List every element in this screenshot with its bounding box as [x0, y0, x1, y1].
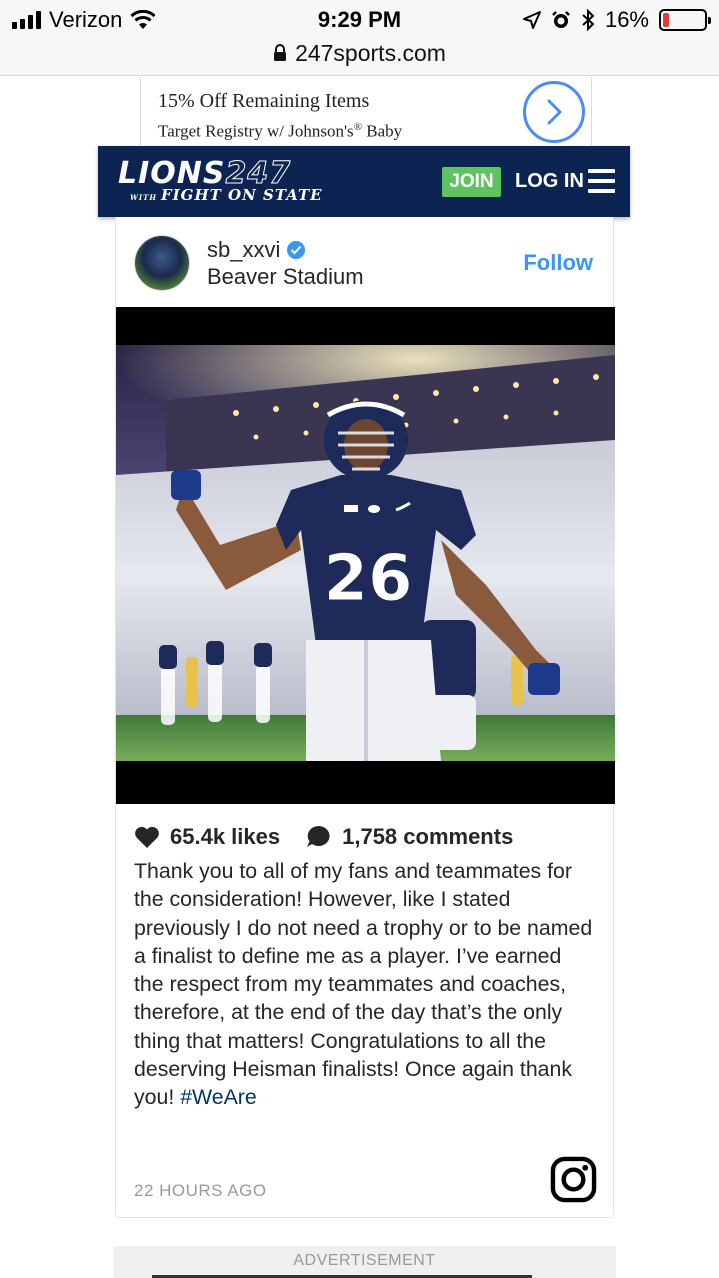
- comments-group[interactable]: 1,758 comments: [306, 824, 513, 850]
- logo-subtitle: WITH FIGHT ON STATE: [130, 186, 323, 204]
- ad-subline-suffix: Baby: [362, 121, 403, 141]
- bluetooth-icon: [582, 9, 595, 31]
- post-username: sb_xxvi: [207, 237, 281, 262]
- join-button[interactable]: JOIN: [442, 167, 501, 197]
- post-location[interactable]: Beaver Stadium: [207, 264, 364, 290]
- hamburger-menu-icon[interactable]: [588, 169, 615, 193]
- likes-count: 65.4k likes: [170, 824, 281, 849]
- jersey-number: 26: [323, 542, 412, 616]
- instagram-logo-icon[interactable]: [550, 1156, 597, 1203]
- login-link[interactable]: LOG IN: [515, 170, 584, 193]
- avatar[interactable]: [134, 235, 190, 291]
- url-text: 247sports.com: [295, 39, 446, 66]
- post-photo[interactable]: 26: [116, 307, 615, 804]
- hashtag-link[interactable]: #WeAre: [180, 1085, 257, 1109]
- instagram-embed: sb_xxvi Beaver Stadium Follow 26 65.4k l…: [115, 217, 615, 1218]
- ad-subline-reg: ®: [353, 121, 362, 133]
- ad-subline: Target Registry w/ Johnson's® Baby: [158, 121, 402, 142]
- post-actions: 65.4k likes 1,758 comments: [134, 824, 539, 850]
- comment-bubble-icon[interactable]: [306, 825, 332, 849]
- alarm-icon: [552, 11, 570, 28]
- caption-text: Thank you to all of my fans and teammate…: [134, 859, 593, 1110]
- lock-icon: [274, 44, 287, 61]
- battery-percent: 16%: [604, 7, 649, 32]
- battery-icon: [659, 9, 711, 31]
- heart-icon[interactable]: [134, 825, 160, 849]
- ad-banner[interactable]: 15% Off Remaining Items Target Registry …: [140, 77, 592, 147]
- football-player-image: 26: [116, 345, 615, 761]
- advertisement-label: ADVERTISEMENT: [113, 1246, 616, 1278]
- verified-badge-icon: [287, 241, 306, 259]
- post-caption: Thank you to all of my fans and teammate…: [134, 857, 594, 1112]
- comments-count: 1,758 comments: [342, 824, 514, 849]
- browser-chrome: Verizon 9:29 PM 16% 247sports.com: [0, 0, 719, 76]
- post-username-row[interactable]: sb_xxvi: [207, 237, 306, 263]
- url-bar[interactable]: 247sports.com: [0, 38, 719, 68]
- status-right: 16%: [522, 7, 711, 33]
- ad-subline-prefix: Target Registry w/ Johnson's: [158, 121, 354, 141]
- site-header: LIONS247 WITH FIGHT ON STATE JOIN LOG IN: [98, 146, 630, 217]
- chevron-right-icon[interactable]: [523, 81, 585, 143]
- logo-with: WITH: [130, 193, 157, 202]
- location-arrow-icon: [522, 11, 541, 29]
- battery-level-fill: [663, 13, 670, 27]
- ad-headline: 15% Off Remaining Items: [158, 90, 370, 112]
- logo-fight-on-state: FIGHT ON STATE: [160, 186, 323, 204]
- status-bar: Verizon 9:29 PM 16%: [0, 0, 719, 40]
- follow-button[interactable]: Follow: [523, 250, 593, 276]
- likes-group[interactable]: 65.4k likes: [134, 824, 280, 850]
- post-timestamp[interactable]: 22 HOURS AGO: [134, 1181, 267, 1201]
